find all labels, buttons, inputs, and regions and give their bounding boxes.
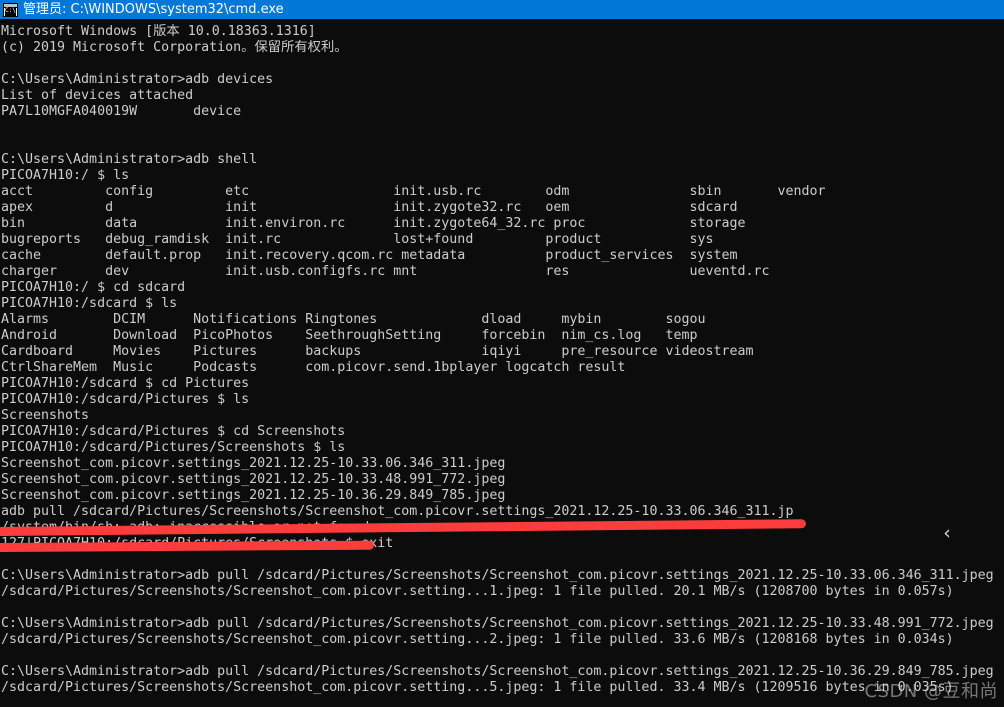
console-line: (c) 2019 Microsoft Corporation。保留所有权利。 [1, 40, 348, 55]
console-line: PICOA7H10:/sdcard $ cd Pictures [1, 376, 250, 391]
console-line: /sdcard/Pictures/Screenshots/Screenshot_… [1, 632, 954, 647]
console-line: PICOA7H10:/sdcard/Pictures/Screenshots $… [1, 440, 346, 455]
console-line: Screenshots [1, 408, 90, 423]
console-line: Screenshot_com.picovr.settings_2021.12.2… [1, 456, 506, 471]
console-line: cache default.prop init.recovery.qcom.rc… [1, 248, 738, 263]
cmd-exe-icon[interactable]: C:\ [3, 2, 18, 17]
console-line: adb pull /sdcard/Pictures/Screenshots/Sc… [1, 504, 794, 519]
console-line: CtrlShareMem Music Podcasts com.picovr.s… [1, 360, 626, 375]
console-line: Microsoft Windows [版本 10.0.18363.1316] [1, 24, 316, 39]
console-line: Screenshot_com.picovr.settings_2021.12.2… [1, 488, 506, 503]
console-line: C:\Users\Administrator>adb pull /sdcard/… [1, 568, 994, 583]
console-line: PICOA7H10:/sdcard $ ls [1, 296, 178, 311]
console-line: apex d init init.zygote32.rc oem sdcard [1, 200, 738, 215]
cmd-icon-glyph: C:\ [5, 6, 16, 16]
console-line: Cardboard Movies Pictures backups iqiyi … [1, 344, 754, 359]
console-line: PICOA7H10:/ $ ls [1, 168, 130, 183]
console-line: PA7L10MGFA040019W device [1, 104, 242, 119]
console-line: bin data init.environ.rc init.zygote64_3… [1, 216, 746, 231]
console-line: PICOA7H10:/sdcard/Pictures $ cd Screensh… [1, 424, 346, 439]
console-line: acct config etc init.usb.rc odm sbin ven… [1, 184, 826, 199]
console-line: C:\Users\Administrator>adb devices [1, 72, 274, 87]
console-line: C:\Users\Administrator>adb pull /sdcard/… [1, 664, 994, 679]
console-line: Android Download PicoPhotos SeethroughSe… [1, 328, 698, 343]
console-line: PICOA7H10:/sdcard/Pictures $ ls [1, 392, 250, 407]
console-line: List of devices attached [1, 88, 194, 103]
console-line: Alarms DCIM Notifications Ringtones dloa… [1, 312, 706, 327]
console-line: C:\Users\Administrator>adb shell [1, 152, 258, 167]
console-line: /sdcard/Pictures/Screenshots/Screenshot_… [1, 584, 954, 599]
chevron-left-icon: ‹ [943, 522, 951, 544]
console-line: /sdcard/Pictures/Screenshots/Screenshot_… [1, 680, 954, 695]
console-output-area[interactable]: Microsoft Windows [版本 10.0.18363.1316] (c… [0, 19, 1004, 707]
console-line: bugreports debug_ramdisk init.rc lost+fo… [1, 232, 714, 247]
console-line: PICOA7H10:/ $ cd sdcard [1, 280, 186, 295]
console-line: charger dev init.usb.configfs.rc mnt res… [1, 264, 770, 279]
console-line: C:\Users\Administrator>adb pull /sdcard/… [1, 616, 994, 631]
console-line: Screenshot_com.picovr.settings_2021.12.2… [1, 472, 506, 487]
csdn-watermark: CSDN @豆和尚 [864, 681, 998, 702]
console-line-list: Microsoft Windows [版本 10.0.18363.1316] (c… [0, 24, 1004, 696]
window-titlebar[interactable]: C:\ 管理员: C:\WINDOWS\system32\cmd.exe [0, 0, 1004, 19]
window-title: 管理员: C:\WINDOWS\system32\cmd.exe [23, 2, 284, 17]
